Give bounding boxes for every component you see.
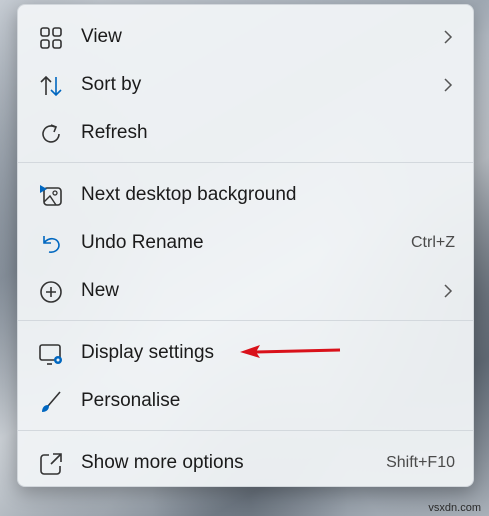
menu-item-refresh[interactable]: Refresh — [18, 111, 473, 155]
menu-separator — [18, 430, 473, 431]
red-arrow-annotation — [240, 345, 341, 358]
chevron-right-icon — [444, 30, 453, 44]
sort-icon — [40, 75, 62, 97]
menu-item-label: View — [81, 26, 122, 47]
menu-item-new[interactable]: New — [18, 269, 473, 313]
next-background-icon — [40, 185, 62, 206]
undo-icon — [43, 236, 60, 253]
menu-item-show-more-options[interactable]: Show more options Shift+F10 — [18, 441, 473, 485]
menu-item-undo-rename[interactable]: Undo Rename Ctrl+Z — [18, 221, 473, 265]
chevron-right-icon — [444, 78, 453, 92]
menu-item-label: Undo Rename — [81, 232, 204, 253]
menu-item-next-desktop-background[interactable]: Next desktop background — [18, 173, 473, 217]
menu-item-sort-by[interactable]: Sort by — [18, 63, 473, 107]
menu-item-label: Personalise — [81, 390, 181, 411]
menu-item-label: Display settings — [81, 342, 215, 363]
menu-item-label: Next desktop background — [81, 184, 297, 205]
menu-item-label: Refresh — [81, 122, 148, 143]
menu-separator — [18, 320, 473, 321]
shortcut-text: Ctrl+Z — [411, 234, 455, 251]
menu-item-label: Show more options — [81, 452, 244, 473]
share-icon — [40, 453, 62, 475]
menu-separator — [18, 162, 473, 163]
menu-item-personalise[interactable]: Personalise — [18, 379, 473, 423]
watermark-text: vsxdn.com — [428, 502, 481, 514]
refresh-icon — [42, 124, 60, 143]
chevron-right-icon — [444, 284, 453, 298]
shortcut-text: Shift+F10 — [386, 454, 455, 471]
menu-item-label: Sort by — [81, 74, 142, 95]
new-plus-icon — [40, 281, 62, 303]
brush-icon — [42, 391, 61, 412]
context-menu: View Sort by Refresh Next desktop backgr… — [17, 4, 474, 487]
menu-item-view[interactable]: View — [18, 15, 473, 59]
display-settings-icon — [39, 344, 62, 365]
grid-icon — [40, 27, 62, 49]
menu-item-label: New — [81, 280, 120, 301]
